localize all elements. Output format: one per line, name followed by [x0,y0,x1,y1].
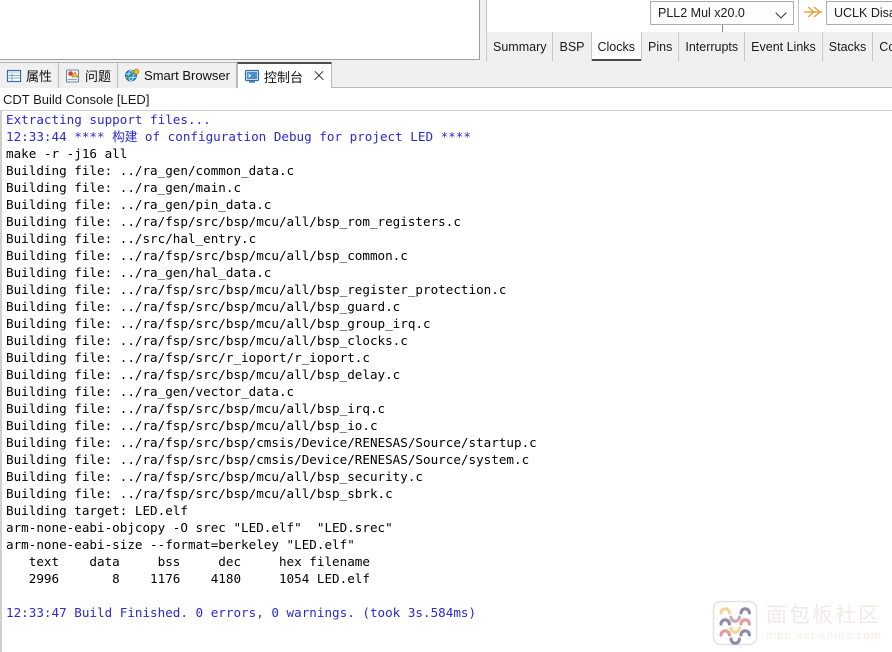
editor-area: PLL2 Mul x20.0 UCLK Disabl Summary BSP Clo… [0,0,892,62]
panel-divider [798,0,799,36]
console-text: Extracting support files... 12:33:44 ****… [6,111,537,621]
console-output-area[interactable]: Extracting support files... 12:33:44 ****… [0,110,892,652]
configurator-tab-event-links[interactable]: Event Links [745,32,823,61]
console-line: Building file: ../ra/fsp/src/bsp/mcu/all… [6,333,408,348]
console-line: arm-none-eabi-objcopy -O srec "LED.elf" … [6,520,393,535]
console-line: Building file: ../ra/fsp/src/bsp/mcu/all… [6,248,408,263]
left-editor-panel [0,0,480,60]
configurator-tab-label: Event Links [751,39,816,54]
configurator-tab-label: Clocks [597,39,636,54]
console-line: Building file: ../ra/fsp/src/bsp/mcu/all… [6,214,461,229]
console-line: Building file: ../ra_gen/common_data.c [6,163,295,178]
configurator-tab-label: Compone [879,39,892,54]
configurator-tab-label: Stacks [828,39,867,54]
view-tab-label: 属性 [26,69,53,84]
console-line: Extracting support files... [6,112,211,127]
console-line: Building file: ../ra/fsp/src/bsp/mcu/all… [6,486,393,501]
configurator-tab-strip: Summary BSP Clocks Pins Interrupts Event Link… [486,32,892,61]
console-title: CDT Build Console [LED] [0,88,892,110]
console-title-text: CDT Build Console [LED] [3,91,150,107]
console-line: Building file: ../ra/fsp/src/bsp/cmsis/D… [6,435,537,450]
view-tab-console[interactable]: 控制台 [237,62,333,88]
view-tab-label: 控制台 [264,69,304,85]
view-tab-smart-browser[interactable]: Smart Browser [118,63,237,88]
console-line: Building target: LED.elf [6,503,188,518]
console-line: Building file: ../src/hal_entry.c [6,231,257,246]
uclk-field[interactable]: UCLK Disabl [826,1,892,25]
configurator-tab-bsp[interactable]: BSP [553,32,592,61]
configurator-tab-summary[interactable]: Summary [486,32,554,61]
properties-table-icon [6,69,22,82]
console-line: Building file: ../ra/fsp/src/r_ioport/r_… [6,350,370,365]
console-line: Building file: ../ra_gen/hal_data.c [6,265,272,280]
console-line: text data bss dec hex filename [6,554,370,569]
configurator-tab-label: Summary [493,39,547,54]
configurator-tab-interrupts[interactable]: Interrupts [679,32,746,61]
view-tab-properties[interactable]: 属性 [0,63,60,88]
console-line: 2996 8 1176 4180 1054 LED.elf [6,571,370,586]
uclk-value: UCLK Disabl [834,6,892,20]
view-tab-bar: 属性 问题 Smart Browser 控制台 [0,62,892,88]
configurator-tab-pins[interactable]: Pins [642,32,680,61]
view-tab-label: 问题 [85,69,112,84]
view-tab-label: Smart Browser [144,68,230,83]
configurator-tab-label: Interrupts [685,39,739,54]
console-line: Building file: ../ra/fsp/src/bsp/mcu/all… [6,282,507,297]
console-line: make -r -j16 all [6,146,128,161]
configurator-tab-label: Pins [648,39,673,54]
configurator-tab-compone[interactable]: Compone [873,32,892,61]
console-line: Building file: ../ra/fsp/src/bsp/mcu/all… [6,316,431,331]
problems-warning-icon [65,68,80,83]
chevron-down-icon [775,6,789,20]
console-line: Building file: ../ra_gen/pin_data.c [6,197,272,212]
console-line: arm-none-eabi-size --format=berkeley "LE… [6,537,355,552]
console-line: 12:33:44 **** 构建 of configuration Debug … [6,129,471,144]
configurator-tab-label: BSP [559,39,585,54]
eclipse-ide-window: PLL2 Mul x20.0 UCLK Disabl Summary BSP Clo… [0,0,892,652]
globe-icon [125,68,140,81]
console-line: Building file: ../ra_gen/vector_data.c [6,384,295,399]
view-tab-problems[interactable]: 问题 [59,63,119,88]
console-monitor-icon [244,69,260,83]
console-line: Building file: ../ra_gen/main.c [6,180,242,195]
view-tab-bar-filler [332,62,892,88]
console-line: Building file: ../ra/fsp/src/bsp/mcu/all… [6,469,424,484]
pll2-mul-value: PLL2 Mul x20.0 [658,6,745,20]
console-line: Building file: ../ra/fsp/src/bsp/mcu/all… [6,367,401,382]
console-line: Building file: ../ra/fsp/src/bsp/cmsis/D… [6,452,530,467]
console-line: Building file: ../ra/fsp/src/bsp/mcu/all… [6,418,378,433]
console-line: 12:33:47 Build Finished. 0 errors, 0 war… [6,605,477,620]
configurator-tab-stacks[interactable]: Stacks [822,32,874,61]
console-line: Building file: ../ra/fsp/src/bsp/mcu/all… [6,299,401,314]
console-line: Building file: ../ra/fsp/src/bsp/mcu/all… [6,401,386,416]
pll2-mul-dropdown[interactable]: PLL2 Mul x20.0 [650,1,794,25]
close-icon[interactable] [313,70,325,82]
flow-arrow-icon [804,6,822,18]
configurator-tab-clocks[interactable]: Clocks [591,32,643,61]
